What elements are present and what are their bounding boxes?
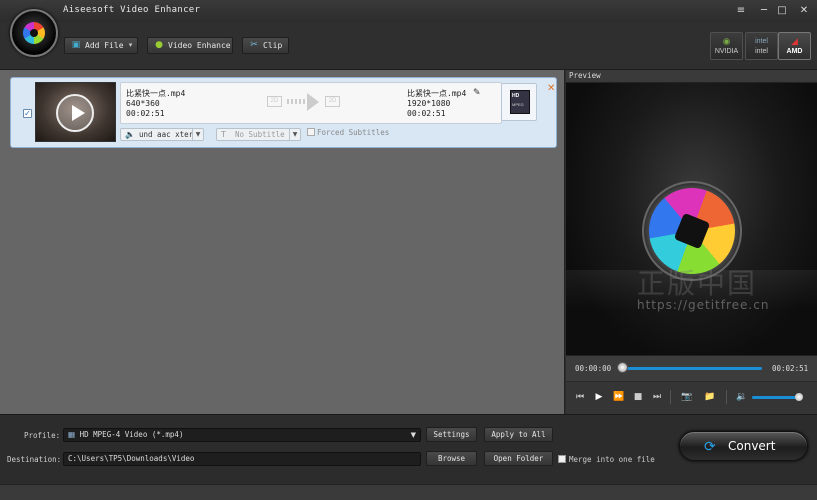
video-enhance-label: Video Enhance <box>168 41 231 50</box>
play-icon[interactable]: ▶ <box>593 391 605 403</box>
watermark-url: https://getitfree.cn <box>637 298 770 312</box>
folder-icon[interactable]: 📁 <box>704 391 716 403</box>
close-window-button[interactable]: ✕ <box>796 4 812 17</box>
chevron-down-icon: ▼ <box>289 129 300 140</box>
window-title: Aiseesoft Video Enhancer <box>63 5 201 15</box>
destination-input[interactable]: C:\Users\TP5\Downloads\Video <box>63 452 421 466</box>
next-icon[interactable]: ⏭ <box>651 391 663 403</box>
forced-subtitles-label: Forced Subtitles <box>317 128 390 137</box>
remove-file-icon[interactable]: ✕ <box>547 83 555 94</box>
app-logo-icon <box>10 9 58 57</box>
arrow-shaft-icon <box>287 99 309 104</box>
profile-icon: ▦ <box>68 430 76 439</box>
forced-subtitles-box[interactable] <box>307 128 315 136</box>
nvidia-icon: ◉ <box>722 36 731 46</box>
watermark-text: 正版中国 <box>637 267 758 300</box>
source-duration: 00:02:51 <box>126 109 165 118</box>
source-resolution: 640*360 <box>126 99 160 108</box>
badge-2d-to: 2D <box>325 96 340 107</box>
clip-label: Clip <box>263 41 283 50</box>
badge-2d-from: 2D <box>267 96 282 107</box>
add-file-icon: ▣ <box>71 40 81 50</box>
convert-label: Convert <box>728 439 776 453</box>
edit-output-name-icon[interactable]: ✎ <box>473 88 481 98</box>
chevron-down-icon: ▼ <box>410 431 416 439</box>
total-time: 00:02:51 <box>772 364 809 373</box>
profile-select[interactable]: ▦ HD MPEG-4 Video (*.mp4) ▼ <box>63 428 421 442</box>
divider <box>726 390 727 404</box>
previous-icon[interactable]: ⏮ <box>574 391 586 403</box>
subtitle-icon: T <box>221 130 226 139</box>
destination-label: Destination: <box>7 455 62 464</box>
volume-handle[interactable] <box>795 393 803 401</box>
refresh-icon: ⟳ <box>704 439 716 455</box>
profile-value: HD MPEG-4 Video (*.mp4) <box>79 430 184 439</box>
stop-icon[interactable]: ■ <box>632 391 644 403</box>
intel-label: intel <box>755 48 768 55</box>
output-duration: 00:02:51 <box>407 109 446 118</box>
play-thumbnail-icon[interactable] <box>56 94 94 132</box>
menu-icon[interactable]: ≡ <box>733 4 749 17</box>
amd-icon: ◢ <box>791 36 798 46</box>
maximize-button[interactable]: □ <box>774 4 790 17</box>
amd-label: AMD <box>786 48 803 55</box>
scissors-icon: ✂ <box>250 40 258 50</box>
merge-box[interactable] <box>558 455 566 463</box>
current-time: 00:00:00 <box>575 364 612 373</box>
open-folder-button[interactable]: Open Folder <box>484 451 553 466</box>
audio-track-value: und aac xter <box>139 130 194 139</box>
output-format-button[interactable]: HD MPEG <box>501 83 537 121</box>
convert-button[interactable]: ⟳ Convert <box>679 431 808 461</box>
chevron-down-icon: ▼ <box>192 129 203 140</box>
intel-icon: intel <box>755 38 768 45</box>
volume-icon[interactable]: 🔉 <box>736 391 748 403</box>
speaker-icon: 🔈 <box>125 130 135 139</box>
settings-button[interactable]: Settings <box>426 427 477 442</box>
profile-label: Profile: <box>24 431 61 440</box>
2d-conversion-arrow: 2D 2D <box>267 93 347 113</box>
output-badge-sub: MPEG <box>512 102 524 107</box>
output-filename: 比紧快一点.mp4 <box>407 89 467 98</box>
audio-track-select[interactable]: 🔈 und aac xter ▼ <box>120 128 204 141</box>
volume-slider[interactable] <box>752 396 800 399</box>
file-checkbox[interactable]: ✓ <box>23 109 32 118</box>
timeline-track[interactable] <box>622 367 762 370</box>
subtitle-value: No Subtitle <box>235 130 285 139</box>
clip-button[interactable]: ✂ Clip <box>242 37 289 54</box>
arrow-right-icon <box>307 93 319 111</box>
merge-label: Merge into one file <box>569 455 655 464</box>
hd-film-icon: HD MPEG <box>510 90 530 114</box>
add-file-dropdown-icon[interactable]: ▾ <box>124 37 138 54</box>
status-bar <box>0 484 817 500</box>
file-info-box: 比紧快一点.mp4 640*360 00:02:51 2D 2D 比紧快一点.m… <box>120 82 502 124</box>
output-badge-label: HD <box>512 93 520 99</box>
add-file-button[interactable]: ▣ Add File <box>64 37 126 54</box>
divider <box>670 390 671 404</box>
nvidia-gpu-badge[interactable]: ◉ NVIDIA <box>710 32 743 60</box>
video-enhance-button[interactable]: ● Video Enhance <box>147 37 233 54</box>
preview-title: Preview <box>566 70 817 83</box>
file-row[interactable]: ✓ 比紧快一点.mp4 640*360 00:02:51 2D 2D 比紧快一点… <box>10 77 557 148</box>
output-resolution: 1920*1080 <box>407 99 451 108</box>
merge-checkbox[interactable]: Merge into one file <box>558 455 655 464</box>
video-enhance-icon: ● <box>155 40 163 50</box>
title-bar: Aiseesoft Video Enhancer ≡ ─ □ ✕ <box>0 0 817 22</box>
snapshot-icon[interactable]: 📷 <box>681 391 693 403</box>
add-file-label: Add File <box>85 41 124 50</box>
source-filename: 比紧快一点.mp4 <box>126 89 186 98</box>
amd-gpu-badge[interactable]: ◢ AMD <box>778 32 811 60</box>
app-window: Aiseesoft Video Enhancer ≡ ─ □ ✕ ▣ Add F… <box>0 0 817 500</box>
video-thumbnail[interactable] <box>35 82 116 142</box>
timeline-handle[interactable] <box>617 362 628 373</box>
browse-button[interactable]: Browse <box>426 451 477 466</box>
forced-subtitles-checkbox[interactable]: Forced Subtitles <box>307 128 389 137</box>
toolbar: ▣ Add File ▾ ● Video Enhance ✂ Clip ◉ NV… <box>0 22 817 70</box>
apply-to-all-button[interactable]: Apply to All <box>484 427 553 442</box>
subtitle-select[interactable]: T No Subtitle ▼ <box>216 128 301 141</box>
fast-forward-icon[interactable]: ⏩ <box>613 391 625 403</box>
nvidia-label: NVIDIA <box>714 48 739 55</box>
intel-gpu-badge[interactable]: intel intel <box>745 32 778 60</box>
minimize-button[interactable]: ─ <box>756 4 772 17</box>
